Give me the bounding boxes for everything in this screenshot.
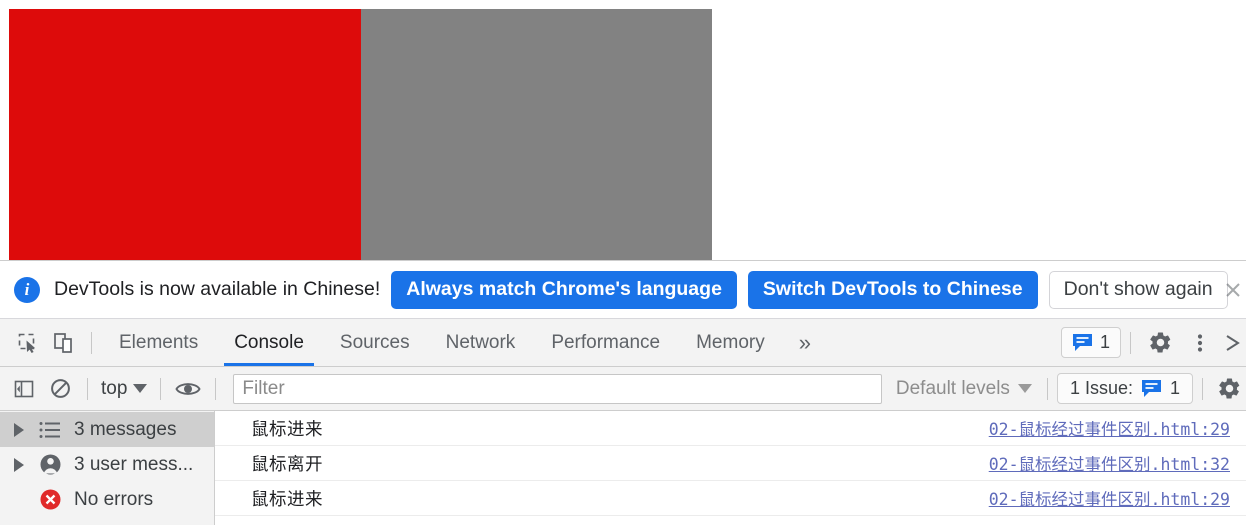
page-viewport [0,0,1246,260]
log-levels-label: Default levels [896,378,1010,400]
console-message-row[interactable]: 鼠标离开 02-鼠标经过事件区别.html:32 [215,446,1246,481]
tab-memory[interactable]: Memory [678,319,783,366]
console-message-source-link[interactable]: 02-鼠标经过事件区别.html:29 [989,416,1230,440]
execution-context-selector[interactable]: top [97,378,151,400]
tab-sources[interactable]: Sources [322,319,428,366]
device-toolbar-icon[interactable] [46,325,82,361]
sidebar-item-label: 3 messages [74,419,176,441]
console-sidebar: 3 messages 3 user mess... [0,411,215,525]
filterbar-divider-4 [1047,378,1048,400]
tabbar-divider [91,332,92,354]
console-message-source-link[interactable]: 02-鼠标经过事件区别.html:29 [989,486,1230,510]
chevron-down-icon [1018,384,1032,393]
sidebar-item-messages[interactable]: 3 messages [0,412,214,447]
tab-elements[interactable]: Elements [101,319,216,366]
dont-show-again-button[interactable]: Don't show again [1049,271,1228,309]
close-devtools-icon[interactable] [1220,323,1246,363]
three-dots-icon[interactable] [1180,323,1220,363]
user-message-icon [38,453,62,477]
devtools-tabbar: Elements Console Sources Network Perform… [0,319,1246,367]
issues-count: 1 [1170,378,1180,399]
console-message-source-link[interactable]: 02-鼠标经过事件区别.html:32 [989,451,1230,475]
issues-counter-button[interactable]: 1 [1061,327,1121,358]
issue-speech-bubble-icon [1141,379,1162,398]
expand-triangle-icon[interactable] [14,458,24,472]
chevron-down-icon [133,384,147,393]
filterbar-divider-3 [215,378,216,400]
more-tabs-icon[interactable]: » [783,332,827,354]
sidebar-item-user-messages[interactable]: 3 user mess... [0,447,214,482]
console-filter-bar: top Default levels 1 Issue: 1 [0,367,1246,411]
tab-performance[interactable]: Performance [533,319,678,366]
close-icon[interactable] [1222,279,1244,301]
gear-icon[interactable] [1212,372,1246,406]
log-levels-selector[interactable]: Default levels [890,378,1038,400]
console-message-list: 鼠标进来 02-鼠标经过事件区别.html:29 鼠标离开 02-鼠标经过事件区… [215,411,1246,525]
tabbar-right-divider [1130,332,1131,354]
inspect-element-icon[interactable] [10,325,46,361]
console-message-text: 鼠标进来 [251,486,323,511]
filter-input[interactable] [233,374,881,404]
error-circle-icon [38,488,62,512]
sidebar-item-label: No errors [74,489,153,511]
language-banner: i DevTools is now available in Chinese! … [0,261,1246,319]
devtools-panel: i DevTools is now available in Chinese! … [0,260,1246,523]
switch-devtools-to-chinese-button[interactable]: Switch DevTools to Chinese [748,271,1038,309]
tabbar-right-controls: 1 [1061,319,1246,366]
red-div-box[interactable] [9,9,361,260]
issues-count: 1 [1100,332,1110,353]
gear-icon[interactable] [1140,323,1180,363]
issue-speech-bubble-icon [1072,333,1093,352]
console-message-text: 鼠标进来 [251,416,323,441]
tab-network[interactable]: Network [428,319,534,366]
console-sidebar-toggle-icon[interactable] [6,371,42,407]
expand-triangle-icon[interactable] [14,423,24,437]
issues-summary-button[interactable]: 1 Issue: 1 [1057,373,1193,404]
banner-message: DevTools is now available in Chinese! [54,278,380,301]
issues-label: 1 Issue: [1070,378,1133,399]
tab-console[interactable]: Console [216,319,322,366]
filterbar-divider-5 [1202,378,1203,400]
console-body: 3 messages 3 user mess... [0,411,1246,525]
always-match-chrome-language-button[interactable]: Always match Chrome's language [391,271,737,309]
filterbar-divider-2 [160,378,161,400]
live-expression-eye-icon[interactable] [170,371,206,407]
sidebar-item-label: 3 user mess... [74,454,193,476]
console-message-row[interactable]: 鼠标进来 02-鼠标经过事件区别.html:29 [215,411,1246,446]
console-message-text: 鼠标离开 [251,451,323,476]
console-message-row[interactable]: 鼠标进来 02-鼠标经过事件区别.html:29 [215,481,1246,516]
console-prompt[interactable]: > [215,516,1246,525]
gray-div-box[interactable] [361,9,712,260]
message-list-icon [38,418,62,442]
sidebar-item-errors[interactable]: No errors [0,482,214,517]
filterbar-divider-1 [87,378,88,400]
info-icon: i [14,277,40,303]
clear-console-icon[interactable] [42,371,78,407]
execution-context-label: top [101,378,127,400]
